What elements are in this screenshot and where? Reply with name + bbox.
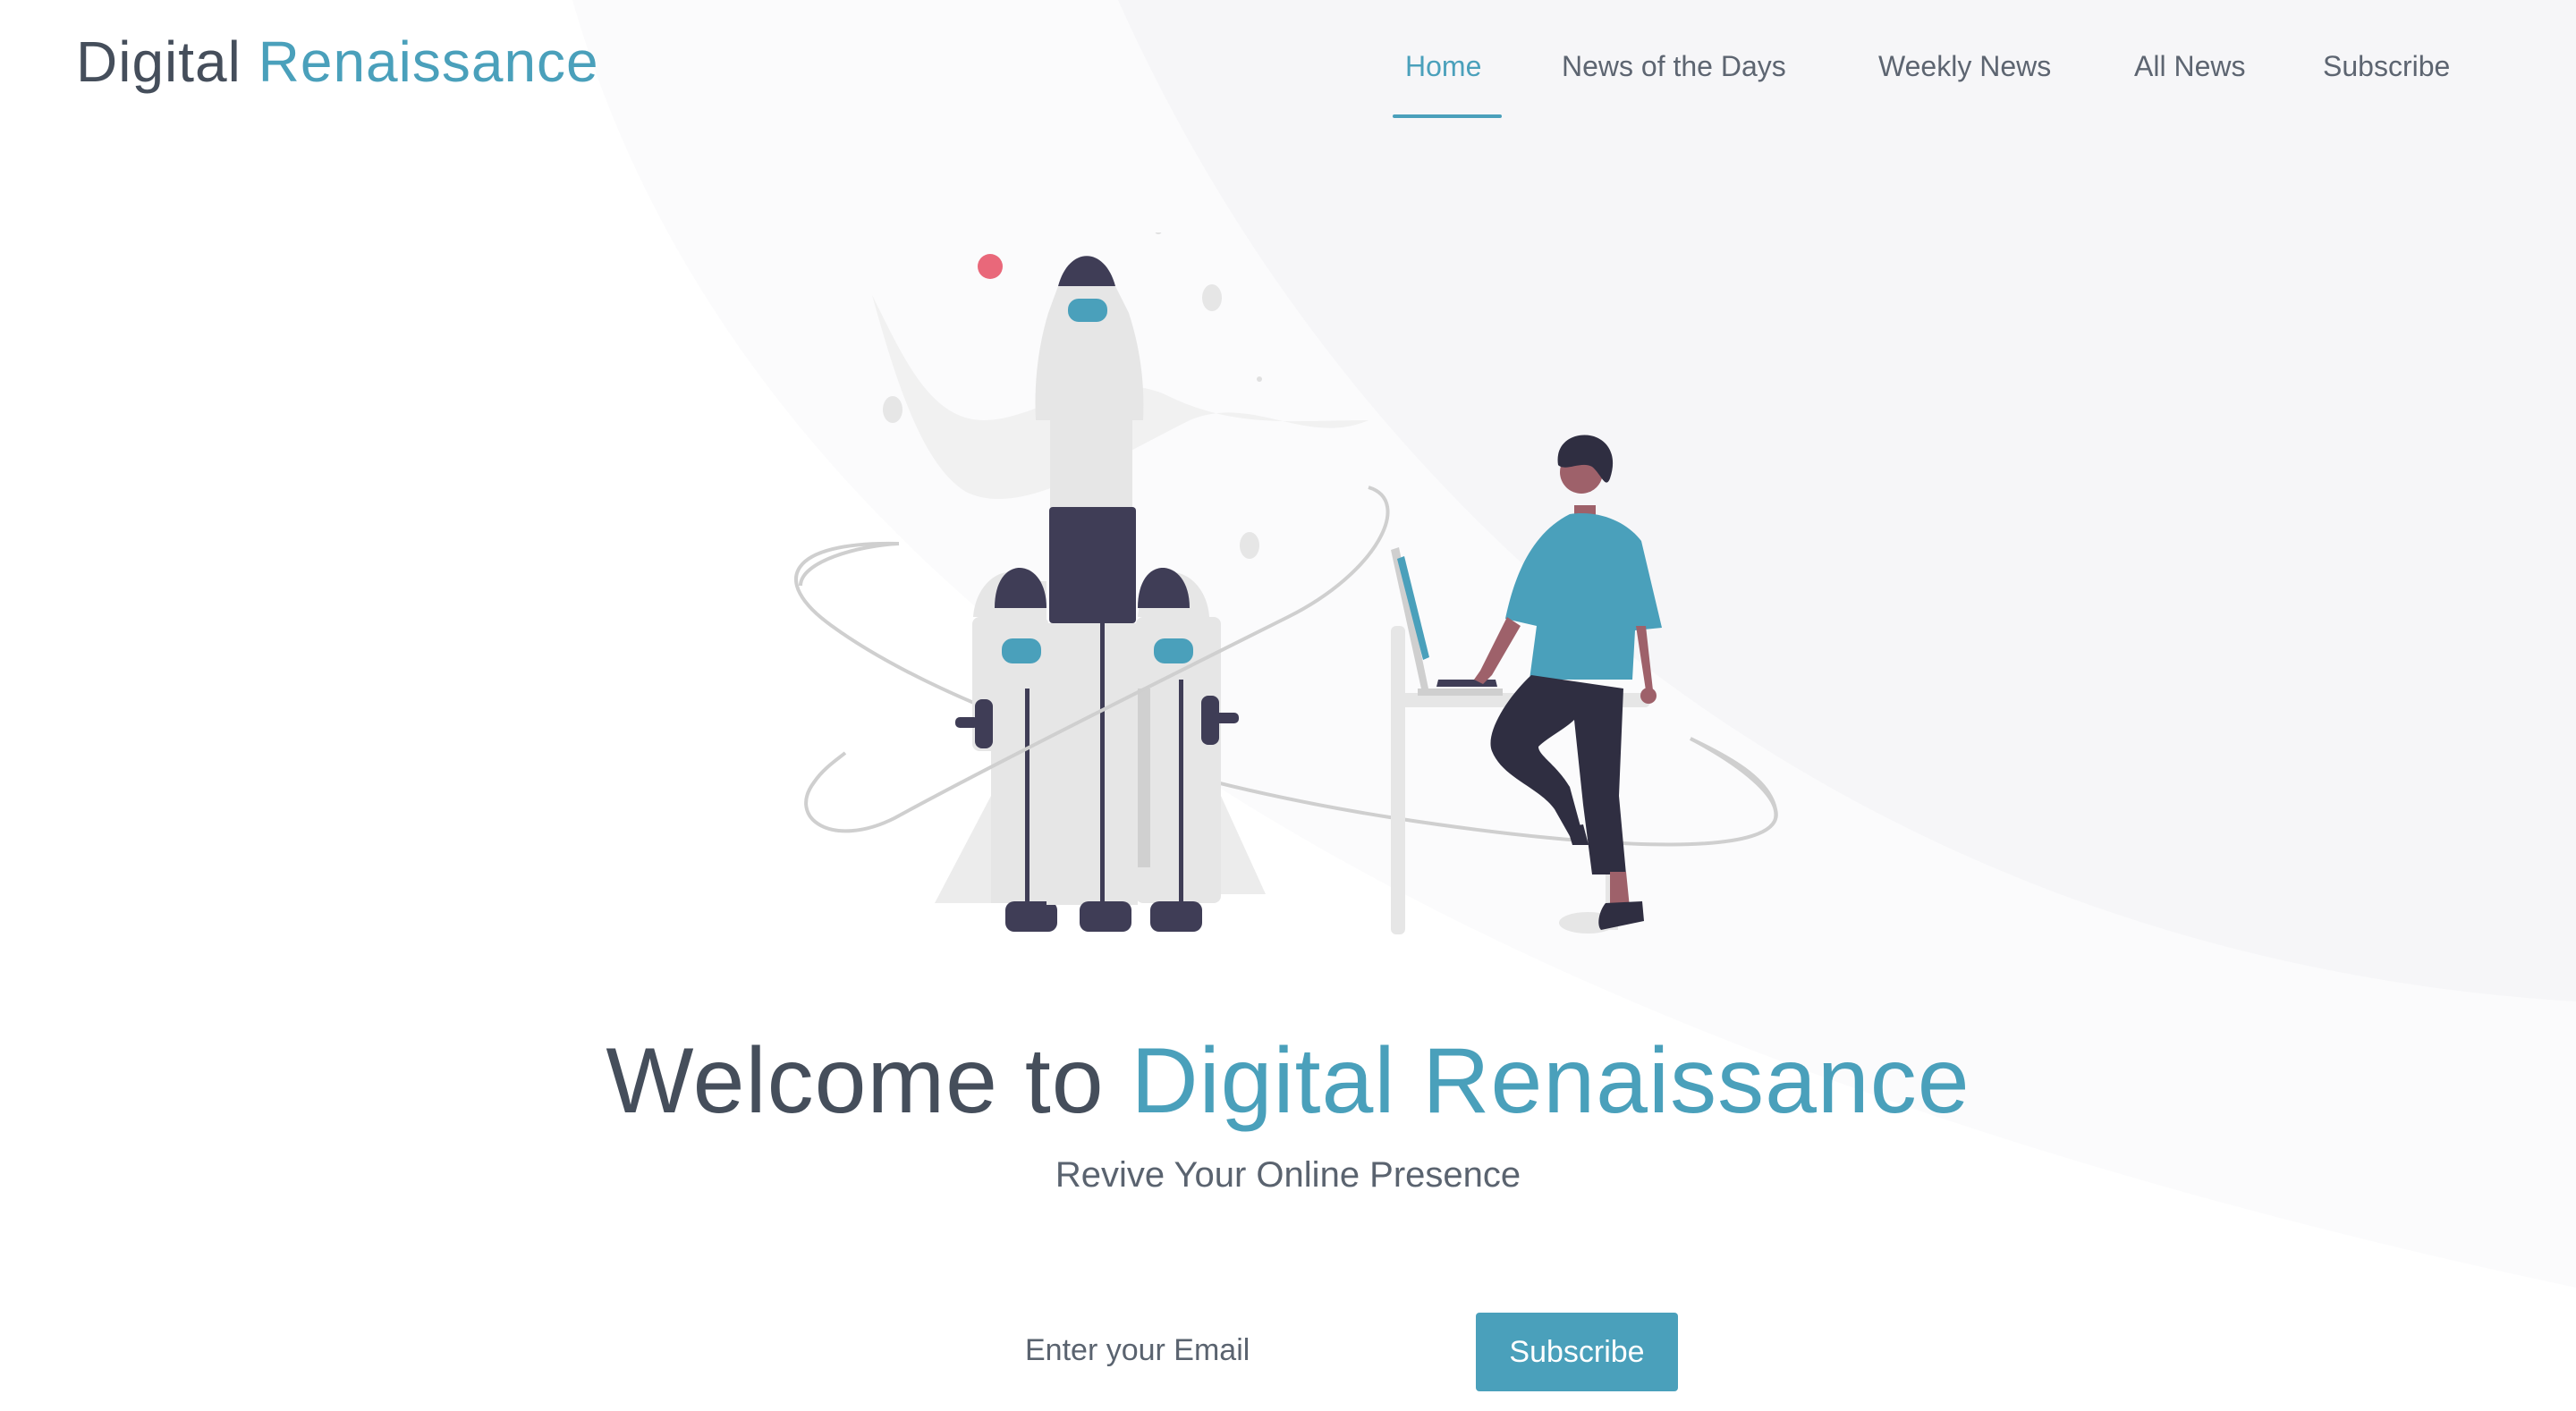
planet-dot bbox=[978, 254, 1003, 279]
active-nav-indicator bbox=[1393, 114, 1502, 118]
right-booster bbox=[1136, 568, 1266, 932]
nav-item-home[interactable]: Home bbox=[1405, 50, 1481, 83]
nav-item-news-of-the-days[interactable]: News of the Days bbox=[1562, 50, 1786, 83]
site-header: Digital Renaissance Home News of the Day… bbox=[0, 0, 2576, 134]
nav-item-all-news[interactable]: All News bbox=[2134, 50, 2245, 83]
hero-title: Welcome to Digital Renaissance bbox=[0, 1028, 2576, 1135]
left-booster bbox=[935, 568, 1059, 932]
email-input[interactable] bbox=[993, 1311, 1449, 1390]
person-figure bbox=[1474, 435, 1662, 930]
subscribe-form: Subscribe bbox=[993, 1311, 1690, 1393]
hero-title-part1: Welcome to bbox=[606, 1029, 1105, 1133]
center-rocket bbox=[1035, 256, 1144, 623]
hero-title-part2: Digital Renaissance bbox=[1131, 1029, 1970, 1133]
nav-item-subscribe[interactable]: Subscribe bbox=[2323, 50, 2450, 83]
subscribe-button[interactable]: Subscribe bbox=[1476, 1313, 1678, 1391]
rocket-launch-illustration bbox=[794, 232, 1778, 934]
center-rocket-body bbox=[1046, 623, 1138, 932]
main-nav: Home News of the Days Weekly News All Ne… bbox=[0, 0, 2576, 134]
nav-item-weekly-news[interactable]: Weekly News bbox=[1878, 50, 2051, 83]
hero-tagline: Revive Your Online Presence bbox=[1055, 1155, 1521, 1195]
